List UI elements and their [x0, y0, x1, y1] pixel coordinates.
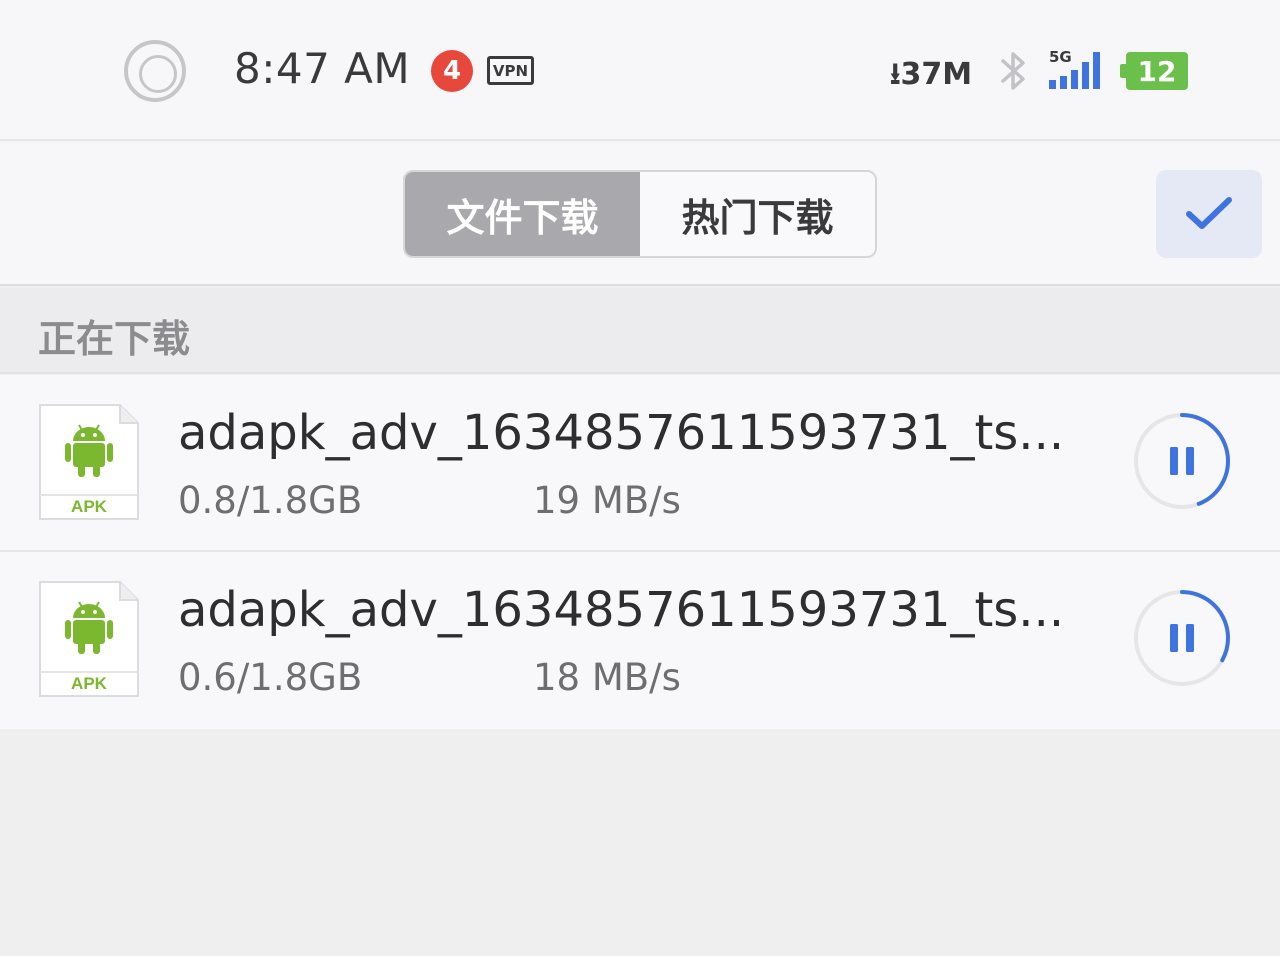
apk-file-icon: APK [39, 581, 139, 697]
download-manager-screen: 8:47 AM 4 VPN ⭳37M 5G 12 文件下载 热门下载 正在下载 … [0, 0, 1280, 956]
apk-file-icon: APK [39, 404, 139, 520]
notification-badge: 4 [431, 50, 473, 92]
download-header: 文件下载 热门下载 [0, 142, 1280, 286]
network-speed: ⭳37M [890, 52, 972, 103]
file-name: adapk_adv_1634857611593731_ts... [178, 582, 1065, 638]
download-tabs: 文件下载 热门下载 [403, 170, 877, 258]
pause-icon [1170, 447, 1178, 475]
download-item[interactable]: APK adapk_adv_1634857611593731_ts... 0.6… [0, 552, 1280, 729]
download-speed: 18 MB/s [533, 656, 681, 699]
file-name: adapk_adv_1634857611593731_ts... [178, 405, 1065, 461]
empty-area [0, 730, 1280, 956]
download-speed: 19 MB/s [533, 479, 681, 522]
pause-button[interactable] [1132, 411, 1232, 511]
tab-hot-downloads[interactable]: 热门下载 [640, 172, 875, 256]
download-arrow-icon: ⭳ [890, 57, 901, 92]
download-list: APK adapk_adv_1634857611593731_ts... 0.8… [0, 375, 1280, 729]
pause-icon [1170, 624, 1178, 652]
status-time: 8:47 AM [234, 44, 411, 93]
checkmark-icon [1186, 197, 1232, 229]
signal-bars-icon [1049, 52, 1100, 89]
section-title: 正在下载 [38, 317, 191, 361]
download-item[interactable]: APK adapk_adv_1634857611593731_ts... 0.8… [0, 375, 1280, 552]
apk-icon-label: APK [71, 497, 108, 516]
file-size: 0.8/1.8GB [178, 479, 363, 522]
confirm-button[interactable] [1156, 170, 1262, 258]
status-bar: 8:47 AM 4 VPN ⭳37M 5G 12 [0, 0, 1280, 141]
vpn-indicator: VPN [487, 56, 534, 85]
battery-icon: 12 [1120, 52, 1188, 90]
home-ring-icon[interactable] [124, 40, 186, 102]
tab-file-downloads[interactable]: 文件下载 [405, 172, 640, 256]
apk-icon-label: APK [71, 674, 108, 693]
file-size: 0.6/1.8GB [178, 656, 363, 699]
bluetooth-icon [1001, 52, 1025, 90]
network-speed-value: 37M [900, 57, 973, 92]
section-header: 正在下载 [0, 288, 1280, 374]
pause-button[interactable] [1132, 588, 1232, 688]
